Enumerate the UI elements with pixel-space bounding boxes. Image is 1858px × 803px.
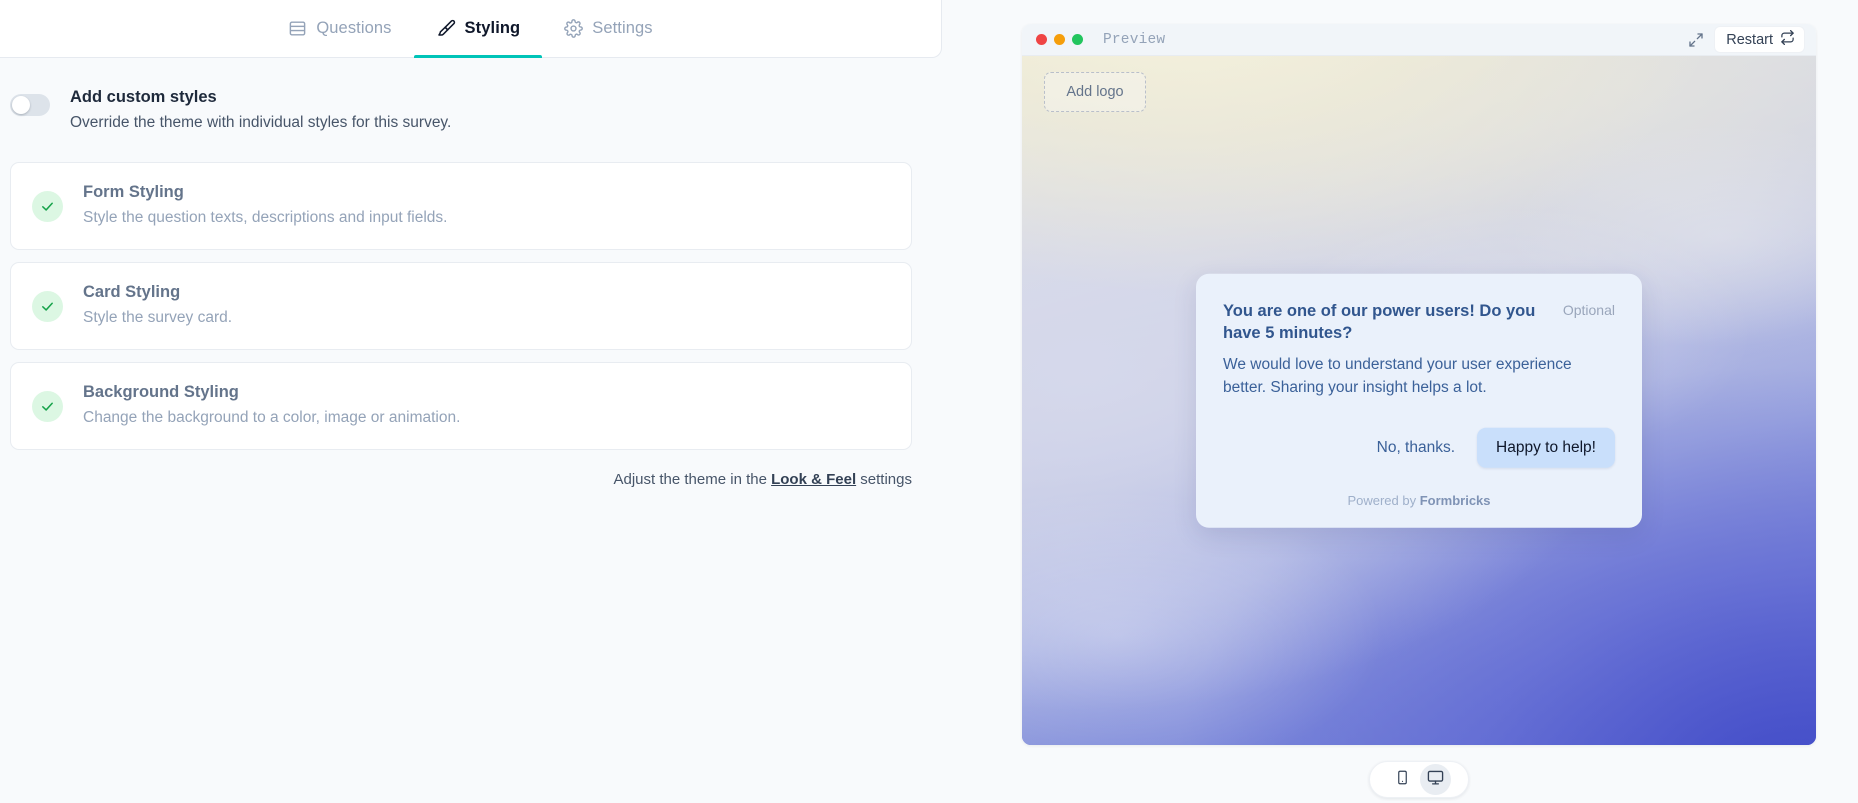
survey-background: Add logo You are one of our power users!… [1022, 56, 1816, 745]
device-preview-toggle [1369, 761, 1469, 798]
styling-card-texts: Form Styling Style the question texts, d… [83, 182, 447, 231]
question-actions: No, thanks. Happy to help! [1223, 427, 1615, 468]
preview-chrome-bar: Preview Restart [1022, 24, 1816, 56]
styling-card-texts: Background Styling Change the background… [83, 382, 460, 431]
custom-styles-texts: Add custom styles Override the theme wit… [70, 84, 451, 134]
editor-tabbar: Questions Styling Settings [0, 0, 942, 58]
styling-cards-list: Form Styling Style the question texts, d… [0, 134, 912, 451]
styling-card-background[interactable]: Background Styling Change the background… [10, 362, 912, 451]
styling-card-subtitle: Style the survey card. [83, 309, 233, 327]
device-option-desktop[interactable] [1420, 764, 1451, 795]
styling-card-texts: Card Styling Style the survey card. [83, 282, 232, 331]
custom-styles-title: Add custom styles [70, 88, 217, 106]
gear-icon [564, 19, 584, 38]
close-window-dot[interactable] [1036, 34, 1047, 45]
question-header: You are one of our power users! Do you h… [1223, 299, 1615, 345]
preview-title: Preview [1103, 31, 1166, 48]
restart-label: Restart [1726, 31, 1773, 48]
device-option-mobile[interactable] [1387, 764, 1418, 795]
theme-note-suffix: settings [856, 471, 912, 489]
theme-note: Adjust the theme in the Look & Feel sett… [0, 471, 922, 488]
rows-icon [288, 19, 307, 38]
expand-icon[interactable] [1688, 32, 1704, 48]
add-logo-label: Add logo [1066, 84, 1124, 100]
tab-styling-label: Styling [464, 19, 521, 37]
styling-card-title: Form Styling [83, 182, 184, 201]
question-headline: You are one of our power users! Do you h… [1223, 301, 1536, 343]
submit-button[interactable]: Happy to help! [1477, 427, 1615, 468]
styling-card-subtitle: Change the background to a color, image … [83, 409, 461, 427]
restart-button[interactable]: Restart [1714, 26, 1805, 53]
dismiss-button[interactable]: No, thanks. [1365, 430, 1467, 466]
tab-styling[interactable]: Styling [413, 0, 543, 58]
tab-questions-label: Questions [316, 19, 392, 37]
tab-active-indicator [413, 54, 543, 58]
preview-chrome-actions: Restart [1688, 26, 1805, 53]
add-logo-button[interactable]: Add logo [1044, 72, 1146, 112]
styling-card-title: Background Styling [83, 382, 239, 401]
preview-panel: Preview Restart Add logo You are one of … [1022, 24, 1816, 745]
check-circle-icon [32, 390, 63, 422]
custom-styles-section: Add custom styles Override the theme wit… [0, 58, 942, 134]
check-circle-icon [32, 290, 63, 322]
powered-by-footer: Powered by Formbricks [1223, 493, 1615, 508]
theme-note-prefix: Adjust the theme in the [613, 471, 772, 489]
survey-card: You are one of our power users! Do you h… [1196, 273, 1642, 528]
traffic-lights [1036, 34, 1083, 45]
toggle-knob [12, 96, 30, 114]
styling-card-subtitle: Style the question texts, descriptions a… [83, 209, 448, 227]
editor-column: Questions Styling Settings Add custom st… [0, 0, 942, 803]
styling-card-title: Card Styling [83, 282, 181, 301]
custom-styles-subtitle: Override the theme with individual style… [70, 114, 452, 132]
monitor-icon [1427, 769, 1444, 791]
formbricks-brand: Formbricks [1419, 492, 1491, 508]
styling-editor-screen: Questions Styling Settings Add custom st… [0, 0, 1858, 803]
styling-card-card[interactable]: Card Styling Style the survey card. [10, 262, 912, 351]
question-subheader: We would love to understand your user ex… [1223, 355, 1572, 396]
tab-settings-label: Settings [592, 19, 653, 37]
phone-icon [1395, 770, 1410, 790]
maximize-window-dot[interactable] [1072, 34, 1083, 45]
brush-icon [436, 19, 456, 39]
add-custom-styles-toggle[interactable] [10, 94, 50, 116]
look-and-feel-link[interactable]: Look & Feel [771, 471, 856, 488]
repeat-icon [1780, 30, 1795, 49]
styling-card-form[interactable]: Form Styling Style the question texts, d… [10, 162, 912, 251]
optional-badge: Optional [1562, 301, 1615, 318]
check-circle-icon [32, 190, 63, 222]
tab-settings[interactable]: Settings [542, 0, 674, 58]
tab-questions[interactable]: Questions [266, 0, 413, 58]
powered-by-prefix: Powered by [1347, 492, 1420, 508]
minimize-window-dot[interactable] [1054, 34, 1065, 45]
